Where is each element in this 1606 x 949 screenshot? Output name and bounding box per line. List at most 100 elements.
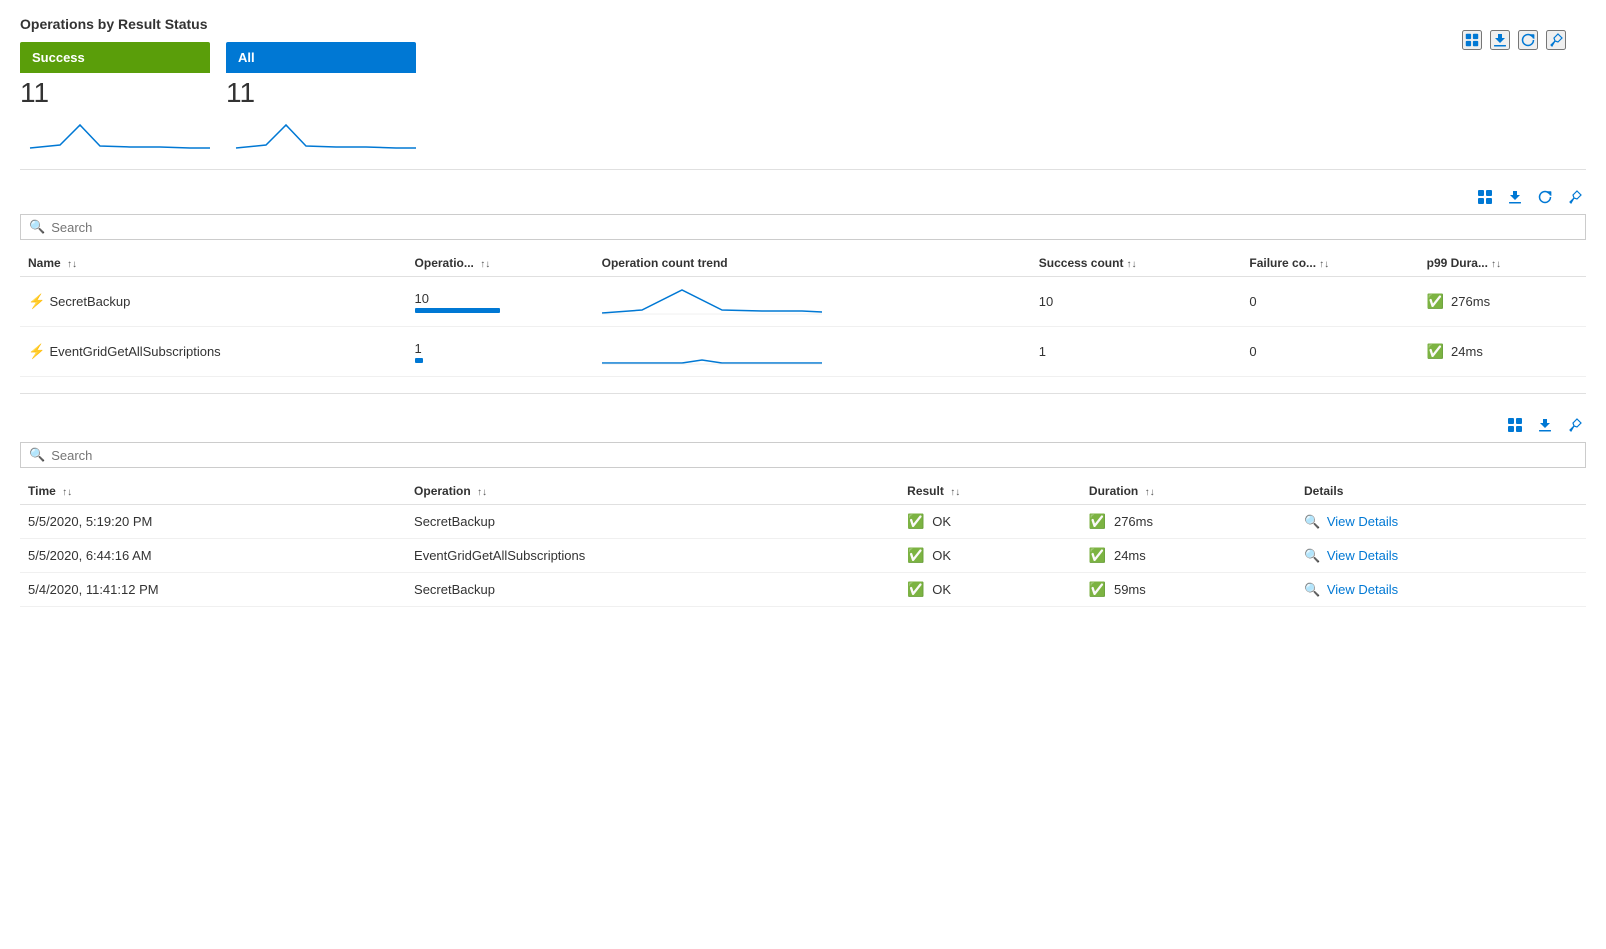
col-trend: Operation count trend [594,250,1031,277]
op-name[interactable]: SecretBackup [49,294,130,309]
col-operation[interactable]: Operation ↑↓ [406,478,899,505]
success-sparkline [20,113,210,153]
result-check-icon: ✅ [907,581,924,597]
success-count-cell: 10 [1031,277,1242,327]
log-result-cell: ✅ OK [899,539,1081,573]
result-ok: ✅ OK [907,548,951,563]
failure-sort[interactable]: ↑↓ [1319,259,1329,270]
operations-table: Name ↑↓ Operatio... ↑↓ Operation count t… [20,250,1586,377]
top-refresh-icon[interactable] [1518,30,1538,50]
duration-value: ✅ 24ms [1089,548,1146,563]
op-count-cell: 1 [407,327,594,377]
op-count-value: 10 [415,291,586,306]
stat-cards-row: Success 11 All 11 [20,42,1586,153]
all-sparkline [226,113,416,153]
success-card[interactable]: Success 11 [20,42,210,153]
log-table-row: 5/5/2020, 6:44:16 AMEventGridGetAllSubsc… [20,539,1586,573]
op-trend-cell [594,277,1031,327]
middle-search-box[interactable]: 🔍 [20,214,1586,240]
log-operation-cell: SecretBackup [406,505,899,539]
operations-log-table: Time ↑↓ Operation ↑↓ Result ↑↓ Duration … [20,478,1586,607]
log-details-cell[interactable]: 🔍 View Details [1296,505,1586,539]
bottom-grid-icon[interactable] [1504,414,1526,436]
col-time[interactable]: Time ↑↓ [20,478,406,505]
log-duration-cell: ✅ 24ms [1081,539,1296,573]
middle-refresh-icon[interactable] [1534,186,1556,208]
p99-check-icon: ✅ [1427,293,1444,310]
p99-cell: ✅276ms [1419,277,1586,327]
op-icon: ⚡ [28,293,45,309]
bottom-panel-toolbar [20,414,1586,436]
top-grid-icon[interactable] [1462,30,1482,50]
op-name[interactable]: EventGridGetAllSubscriptions [49,344,220,359]
col-operation-count[interactable]: Operatio... ↑↓ [407,250,594,277]
top-download-icon[interactable] [1490,30,1510,50]
all-card-value: 11 [226,73,416,113]
op-count-cell: 10 [407,277,594,327]
col-duration[interactable]: Duration ↑↓ [1081,478,1296,505]
log-time-cell: 5/4/2020, 11:41:12 PM [20,573,406,607]
result-check-icon: ✅ [907,547,924,563]
log-details-cell[interactable]: 🔍 View Details [1296,539,1586,573]
p99-cell: ✅24ms [1419,327,1586,377]
top-panel-toolbar [1462,30,1566,50]
log-operation-cell: SecretBackup [406,573,899,607]
middle-grid-icon[interactable] [1474,186,1496,208]
log-table-row: 5/4/2020, 11:41:12 PMSecretBackup ✅ OK ✅ 5… [20,573,1586,607]
duration-value: ✅ 59ms [1089,582,1146,597]
name-sort[interactable]: ↑↓ [67,259,77,270]
success-card-value: 11 [20,73,210,113]
log-duration-cell: ✅ 59ms [1081,573,1296,607]
middle-search-icon: 🔍 [29,219,45,235]
op-name-cell: ⚡ SecretBackup [20,277,407,327]
log-result-cell: ✅ OK [899,573,1081,607]
divider-1 [20,169,1586,170]
duration-check-icon: ✅ [1089,547,1106,563]
log-details-cell[interactable]: 🔍 View Details [1296,573,1586,607]
col-name[interactable]: Name ↑↓ [20,250,407,277]
col-result[interactable]: Result ↑↓ [899,478,1081,505]
trend-sparkline [602,335,822,365]
op-count-value: 1 [415,341,586,356]
col-p99[interactable]: p99 Dura...↑↓ [1419,250,1586,277]
col-details: Details [1296,478,1586,505]
operations-table-row[interactable]: ⚡EventGridGetAllSubscriptions 1 10✅24ms [20,327,1586,377]
p99-sort[interactable]: ↑↓ [1491,259,1501,270]
bottom-panel: 🔍 Time ↑↓ Operation ↑↓ Result ↑↓ Duratio… [20,414,1586,607]
all-card[interactable]: All 11 [226,42,416,153]
operation-sort[interactable]: ↑↓ [477,487,487,498]
bottom-search-box[interactable]: 🔍 [20,442,1586,468]
success-card-label: Success [20,42,210,73]
bottom-pin-icon[interactable] [1564,414,1586,436]
view-details-link[interactable]: 🔍 View Details [1304,582,1398,597]
result-ok: ✅ OK [907,582,951,597]
time-sort[interactable]: ↑↓ [62,487,72,498]
opcount-sort[interactable]: ↑↓ [480,259,490,270]
col-failure-count[interactable]: Failure co...↑↓ [1241,250,1418,277]
op-name-cell: ⚡EventGridGetAllSubscriptions [20,327,407,377]
middle-panel-toolbar [20,186,1586,208]
p99-check-icon: ✅ [1427,343,1444,360]
bottom-search-input[interactable] [51,448,1577,463]
bottom-search-icon: 🔍 [29,447,45,463]
view-details-search-icon: 🔍 [1304,582,1320,597]
trend-sparkline [602,285,822,315]
col-success-count[interactable]: Success count↑↓ [1031,250,1242,277]
op-count-bar-container: 10 [415,291,586,313]
result-ok: ✅ OK [907,514,951,529]
top-pin-icon[interactable] [1546,30,1566,50]
log-result-cell: ✅ OK [899,505,1081,539]
result-sort[interactable]: ↑↓ [950,487,960,498]
middle-search-input[interactable] [51,220,1577,235]
duration-sort[interactable]: ↑↓ [1145,487,1155,498]
view-details-link[interactable]: 🔍 View Details [1304,514,1398,529]
success-sort[interactable]: ↑↓ [1126,259,1136,270]
bottom-download-icon[interactable] [1534,414,1556,436]
duration-check-icon: ✅ [1089,513,1106,529]
view-details-link[interactable]: 🔍 View Details [1304,548,1398,563]
operations-table-row[interactable]: ⚡SecretBackup 10 100✅276ms [20,277,1586,327]
success-count-cell: 1 [1031,327,1242,377]
middle-pin-icon[interactable] [1564,186,1586,208]
middle-download-icon[interactable] [1504,186,1526,208]
result-check-icon: ✅ [907,513,924,529]
